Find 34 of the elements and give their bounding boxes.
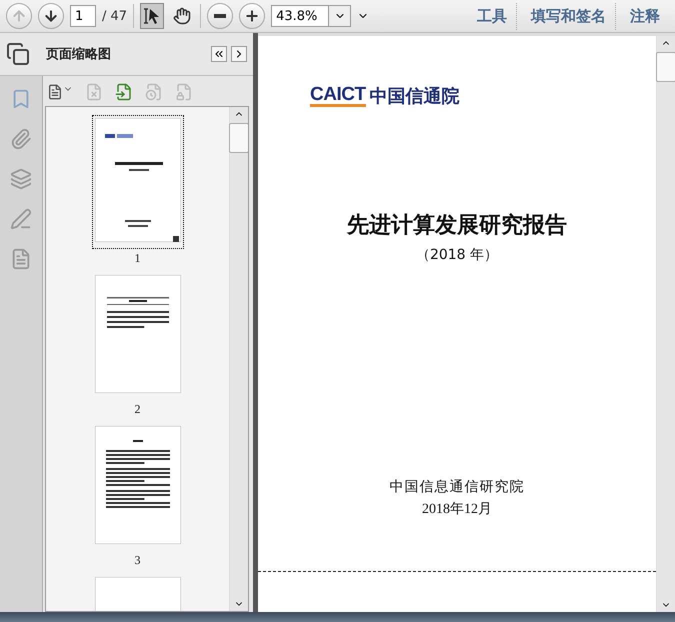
- page-number: 1: [134, 251, 140, 266]
- minus-icon: [214, 14, 226, 18]
- logo-name: 中国信通院: [370, 85, 460, 108]
- page-number: 3: [134, 553, 140, 568]
- insert-page-icon[interactable]: [115, 83, 133, 101]
- zoom-out-button[interactable]: [207, 3, 234, 29]
- options-menu-icon[interactable]: [47, 84, 73, 100]
- document-title: 先进计算发展研究报告: [347, 212, 567, 240]
- zoom-field[interactable]: 43.8%: [271, 5, 330, 27]
- toolbar-menu-link[interactable]: 工具: [463, 2, 516, 30]
- zoom-in-button[interactable]: [239, 3, 266, 29]
- document-subtitle: （2018 年）: [416, 246, 498, 264]
- organization-name: 中国信息通信研究院: [390, 478, 524, 496]
- hand-icon: [173, 7, 192, 25]
- scroll-thumb[interactable]: [229, 123, 248, 153]
- select-tool-button[interactable]: [140, 3, 164, 29]
- collapse-panel-button[interactable]: [211, 46, 227, 62]
- next-page-button[interactable]: [38, 3, 64, 29]
- page-number: 2: [134, 402, 140, 417]
- logo-mark: CAICT: [310, 86, 366, 106]
- toolbar-menu-link[interactable]: 填写和签名: [516, 2, 615, 30]
- scroll-thumb[interactable]: [656, 52, 675, 82]
- toolbar-menu-link[interactable]: 注释: [615, 2, 669, 30]
- panel-title: 页面缩略图: [46, 46, 111, 63]
- page-total: / 47: [102, 8, 128, 24]
- expand-panel-button[interactable]: [231, 46, 247, 62]
- arrow-down-icon: [43, 8, 59, 24]
- pages-icon[interactable]: [6, 42, 30, 66]
- page-number-field[interactable]: 1: [70, 5, 96, 27]
- paperclip-icon[interactable]: [10, 128, 32, 150]
- zoom-dropdown-button[interactable]: [329, 5, 352, 27]
- plus-icon: [244, 8, 260, 24]
- double-chevron-left-icon: [213, 48, 225, 60]
- publish-date: 2018年12月: [422, 500, 492, 518]
